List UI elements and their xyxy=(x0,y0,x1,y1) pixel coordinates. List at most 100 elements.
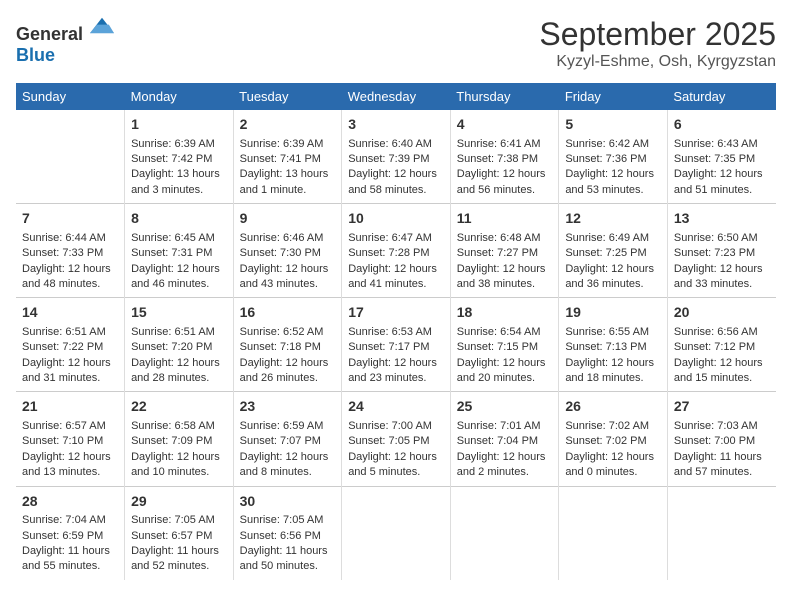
day-cell: 26Sunrise: 7:02 AMSunset: 7:02 PMDayligh… xyxy=(559,392,668,486)
day-detail: Sunrise: 6:39 AMSunset: 7:42 PMDaylight:… xyxy=(131,137,227,199)
day-detail: Sunrise: 6:53 AMSunset: 7:17 PMDaylight:… xyxy=(348,325,444,387)
day-number: 15 xyxy=(131,303,227,323)
calendar-table: SundayMondayTuesdayWednesdayThursdayFrid… xyxy=(16,83,776,580)
day-detail: Sunrise: 6:47 AMSunset: 7:28 PMDaylight:… xyxy=(348,231,444,293)
day-number: 8 xyxy=(131,209,227,229)
day-number: 25 xyxy=(457,397,553,417)
col-header-monday: Monday xyxy=(125,83,234,110)
day-cell: 10Sunrise: 6:47 AMSunset: 7:28 PMDayligh… xyxy=(342,204,451,298)
day-number: 13 xyxy=(674,209,770,229)
week-row-3: 14Sunrise: 6:51 AMSunset: 7:22 PMDayligh… xyxy=(16,298,776,392)
day-detail: Sunrise: 6:58 AMSunset: 7:09 PMDaylight:… xyxy=(131,419,227,481)
day-number: 29 xyxy=(131,492,227,512)
day-cell: 29Sunrise: 7:05 AMSunset: 6:57 PMDayligh… xyxy=(125,486,234,580)
day-cell: 5Sunrise: 6:42 AMSunset: 7:36 PMDaylight… xyxy=(559,110,668,204)
week-row-5: 28Sunrise: 7:04 AMSunset: 6:59 PMDayligh… xyxy=(16,486,776,580)
day-number: 23 xyxy=(240,397,336,417)
day-detail: Sunrise: 6:40 AMSunset: 7:39 PMDaylight:… xyxy=(348,137,444,199)
day-detail: Sunrise: 6:42 AMSunset: 7:36 PMDaylight:… xyxy=(565,137,661,199)
day-cell: 7Sunrise: 6:44 AMSunset: 7:33 PMDaylight… xyxy=(16,204,125,298)
page-header: General Blue September 2025 Kyzyl-Eshme,… xyxy=(16,16,776,71)
day-detail: Sunrise: 6:43 AMSunset: 7:35 PMDaylight:… xyxy=(674,137,770,199)
day-cell: 23Sunrise: 6:59 AMSunset: 7:07 PMDayligh… xyxy=(233,392,342,486)
day-cell: 28Sunrise: 7:04 AMSunset: 6:59 PMDayligh… xyxy=(16,486,125,580)
col-header-thursday: Thursday xyxy=(450,83,559,110)
day-cell: 25Sunrise: 7:01 AMSunset: 7:04 PMDayligh… xyxy=(450,392,559,486)
day-cell: 4Sunrise: 6:41 AMSunset: 7:38 PMDaylight… xyxy=(450,110,559,204)
day-detail: Sunrise: 7:05 AMSunset: 6:57 PMDaylight:… xyxy=(131,513,227,575)
day-number: 5 xyxy=(565,115,661,135)
day-detail: Sunrise: 6:44 AMSunset: 7:33 PMDaylight:… xyxy=(22,231,118,293)
day-cell: 11Sunrise: 6:48 AMSunset: 7:27 PMDayligh… xyxy=(450,204,559,298)
day-detail: Sunrise: 7:04 AMSunset: 6:59 PMDaylight:… xyxy=(22,513,118,575)
day-cell: 9Sunrise: 6:46 AMSunset: 7:30 PMDaylight… xyxy=(233,204,342,298)
day-number: 3 xyxy=(348,115,444,135)
day-cell: 17Sunrise: 6:53 AMSunset: 7:17 PMDayligh… xyxy=(342,298,451,392)
day-number: 6 xyxy=(674,115,770,135)
day-detail: Sunrise: 6:52 AMSunset: 7:18 PMDaylight:… xyxy=(240,325,336,387)
day-number: 9 xyxy=(240,209,336,229)
col-header-saturday: Saturday xyxy=(667,83,776,110)
col-header-sunday: Sunday xyxy=(16,83,125,110)
logo-text: General Blue xyxy=(16,16,114,66)
day-number: 22 xyxy=(131,397,227,417)
day-number: 18 xyxy=(457,303,553,323)
day-cell: 24Sunrise: 7:00 AMSunset: 7:05 PMDayligh… xyxy=(342,392,451,486)
day-number: 16 xyxy=(240,303,336,323)
title-block: September 2025 Kyzyl-Eshme, Osh, Kyrgyzs… xyxy=(539,16,776,71)
logo-blue: Blue xyxy=(16,45,55,65)
day-number: 20 xyxy=(674,303,770,323)
day-cell: 12Sunrise: 6:49 AMSunset: 7:25 PMDayligh… xyxy=(559,204,668,298)
week-row-2: 7Sunrise: 6:44 AMSunset: 7:33 PMDaylight… xyxy=(16,204,776,298)
day-detail: Sunrise: 6:57 AMSunset: 7:10 PMDaylight:… xyxy=(22,419,118,481)
week-row-1: 1Sunrise: 6:39 AMSunset: 7:42 PMDaylight… xyxy=(16,110,776,204)
day-number: 17 xyxy=(348,303,444,323)
day-cell: 22Sunrise: 6:58 AMSunset: 7:09 PMDayligh… xyxy=(125,392,234,486)
day-number: 30 xyxy=(240,492,336,512)
day-cell xyxy=(667,486,776,580)
day-number: 28 xyxy=(22,492,118,512)
col-header-tuesday: Tuesday xyxy=(233,83,342,110)
day-detail: Sunrise: 6:56 AMSunset: 7:12 PMDaylight:… xyxy=(674,325,770,387)
day-number: 19 xyxy=(565,303,661,323)
logo: General Blue xyxy=(16,16,114,66)
day-detail: Sunrise: 6:54 AMSunset: 7:15 PMDaylight:… xyxy=(457,325,553,387)
day-cell: 2Sunrise: 6:39 AMSunset: 7:41 PMDaylight… xyxy=(233,110,342,204)
day-detail: Sunrise: 6:39 AMSunset: 7:41 PMDaylight:… xyxy=(240,137,336,199)
day-detail: Sunrise: 6:51 AMSunset: 7:20 PMDaylight:… xyxy=(131,325,227,387)
day-cell: 27Sunrise: 7:03 AMSunset: 7:00 PMDayligh… xyxy=(667,392,776,486)
day-cell: 14Sunrise: 6:51 AMSunset: 7:22 PMDayligh… xyxy=(16,298,125,392)
day-cell: 19Sunrise: 6:55 AMSunset: 7:13 PMDayligh… xyxy=(559,298,668,392)
month-title: September 2025 xyxy=(539,16,776,53)
day-cell xyxy=(559,486,668,580)
day-detail: Sunrise: 6:50 AMSunset: 7:23 PMDaylight:… xyxy=(674,231,770,293)
day-number: 26 xyxy=(565,397,661,417)
logo-general: General xyxy=(16,24,83,44)
week-row-4: 21Sunrise: 6:57 AMSunset: 7:10 PMDayligh… xyxy=(16,392,776,486)
day-cell xyxy=(450,486,559,580)
day-cell xyxy=(16,110,125,204)
day-cell: 18Sunrise: 6:54 AMSunset: 7:15 PMDayligh… xyxy=(450,298,559,392)
day-detail: Sunrise: 7:02 AMSunset: 7:02 PMDaylight:… xyxy=(565,419,661,481)
day-cell: 16Sunrise: 6:52 AMSunset: 7:18 PMDayligh… xyxy=(233,298,342,392)
day-number: 4 xyxy=(457,115,553,135)
day-detail: Sunrise: 6:55 AMSunset: 7:13 PMDaylight:… xyxy=(565,325,661,387)
header-row: SundayMondayTuesdayWednesdayThursdayFrid… xyxy=(16,83,776,110)
day-cell: 13Sunrise: 6:50 AMSunset: 7:23 PMDayligh… xyxy=(667,204,776,298)
day-number: 24 xyxy=(348,397,444,417)
day-number: 10 xyxy=(348,209,444,229)
day-number: 7 xyxy=(22,209,118,229)
col-header-friday: Friday xyxy=(559,83,668,110)
day-number: 2 xyxy=(240,115,336,135)
logo-icon xyxy=(90,16,114,40)
day-cell: 30Sunrise: 7:05 AMSunset: 6:56 PMDayligh… xyxy=(233,486,342,580)
day-detail: Sunrise: 6:41 AMSunset: 7:38 PMDaylight:… xyxy=(457,137,553,199)
day-number: 12 xyxy=(565,209,661,229)
day-detail: Sunrise: 7:01 AMSunset: 7:04 PMDaylight:… xyxy=(457,419,553,481)
day-detail: Sunrise: 6:49 AMSunset: 7:25 PMDaylight:… xyxy=(565,231,661,293)
day-detail: Sunrise: 6:59 AMSunset: 7:07 PMDaylight:… xyxy=(240,419,336,481)
day-detail: Sunrise: 6:46 AMSunset: 7:30 PMDaylight:… xyxy=(240,231,336,293)
day-detail: Sunrise: 7:05 AMSunset: 6:56 PMDaylight:… xyxy=(240,513,336,575)
day-cell: 1Sunrise: 6:39 AMSunset: 7:42 PMDaylight… xyxy=(125,110,234,204)
day-number: 27 xyxy=(674,397,770,417)
